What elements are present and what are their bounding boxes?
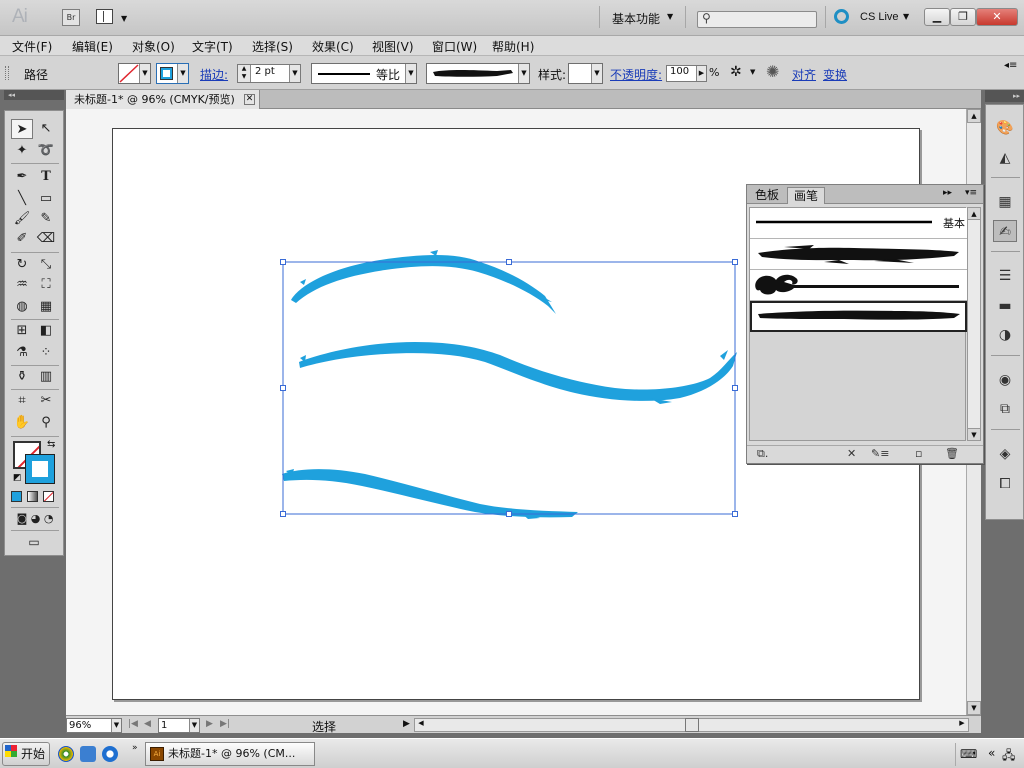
scroll-right-icon[interactable]: ▶ xyxy=(956,719,968,731)
status-text[interactable]: 选择 xyxy=(312,718,336,735)
scroll-up-icon[interactable]: ▲ xyxy=(968,208,980,220)
panel-footer: ⧉. ✕ ✎≡ ▫ 🗑 xyxy=(747,445,983,463)
brushes-icon[interactable]: ✍ xyxy=(993,220,1017,242)
collapse-panel-icon[interactable]: ▸▸ xyxy=(943,188,952,198)
internet-explorer-icon[interactable] xyxy=(102,746,118,762)
last-artboard-icon[interactable]: ▶| xyxy=(220,719,230,729)
brush-options-icon[interactable]: ✎≡ xyxy=(871,447,889,460)
artboard-number-dropdown[interactable]: 1 ▼ xyxy=(158,718,200,733)
scroll-thumb[interactable] xyxy=(685,718,699,732)
divider xyxy=(991,177,1020,178)
basic-brush-icon xyxy=(756,220,932,224)
taskbar-item-illustrator[interactable]: 未标题-1* @ 96% (CM... xyxy=(145,742,315,766)
brush-stroke-middle[interactable] xyxy=(299,342,737,404)
new-brush-icon[interactable]: ▫ xyxy=(915,447,922,460)
system-tray: ⌨ « 🖧 xyxy=(955,743,1023,766)
brush-stroke-bottom[interactable] xyxy=(282,469,578,519)
gradient-icon[interactable]: ▬ xyxy=(993,295,1017,317)
panel-menu-icon[interactable]: ▾≡ xyxy=(965,188,977,198)
network-icon[interactable]: 🖧 xyxy=(1002,746,1015,767)
dry-ink-brush-icon xyxy=(758,310,960,320)
taskbar: 开始 » 未标题-1* @ 96% (CM... Ai ⌨ « 🖧 xyxy=(0,738,1024,768)
scroll-down-icon[interactable]: ▼ xyxy=(968,428,980,440)
transparency-icon[interactable]: ◑ xyxy=(993,324,1017,346)
appearance-icon[interactable]: ◉ xyxy=(993,369,1017,391)
brush-item-basic[interactable]: 基本 xyxy=(750,208,967,239)
windows-logo-icon xyxy=(5,745,17,757)
tab-swatches[interactable]: 色板 xyxy=(749,187,785,204)
dock-header[interactable]: ▸▸ xyxy=(985,90,1024,102)
brush-name: 基本 xyxy=(943,217,965,230)
chevron-down-icon: ▼ xyxy=(189,719,199,732)
chevron-right-icon[interactable]: ▶ xyxy=(403,719,410,729)
artboard-number: 1 xyxy=(161,720,168,731)
brushes-panel: 色板 画笔 ▸▸ ▾≡ 基本 ▲ ▼ ⧉. ✕ ✎≡ ▫ 🗑 xyxy=(746,184,984,464)
brush-libraries-menu-icon[interactable]: ⧉. xyxy=(757,447,768,461)
brush-item-charcoal[interactable] xyxy=(750,239,967,270)
divider xyxy=(991,429,1020,430)
first-artboard-icon[interactable]: |◀ xyxy=(128,719,138,729)
color-icon[interactable]: 🎨 xyxy=(993,117,1017,139)
charcoal-brush-icon xyxy=(758,245,959,264)
panel-scrollbar[interactable]: ▲ ▼ xyxy=(967,207,981,441)
panel-header: 色板 画笔 ▸▸ ▾≡ xyxy=(747,185,983,204)
brush-item-dry-ink[interactable] xyxy=(750,301,967,332)
chevron-left-icon[interactable]: « xyxy=(988,746,995,760)
chevron-down-icon: ▼ xyxy=(111,719,121,732)
illustrator-app-icon: Ai xyxy=(150,747,164,761)
scroll-left-icon[interactable]: ◀ xyxy=(415,719,427,731)
trash-icon[interactable]: 🗑 xyxy=(945,447,959,460)
ornament-brush-icon xyxy=(755,274,959,295)
zoom-dropdown[interactable]: 96% ▼ xyxy=(66,718,122,733)
show-desktop-icon[interactable] xyxy=(80,746,96,762)
graphic-styles-icon[interactable]: ⧉ xyxy=(993,398,1017,420)
layers-icon[interactable]: ◈ xyxy=(993,443,1017,465)
remove-brush-stroke-icon[interactable]: ✕ xyxy=(847,447,856,460)
brush-item-ornament[interactable] xyxy=(750,270,967,301)
keyboard-icon[interactable]: ⌨ xyxy=(960,747,977,761)
divider xyxy=(991,355,1020,356)
swatches-icon[interactable]: ▦ xyxy=(993,191,1017,213)
artboards-icon[interactable]: ⧠ xyxy=(993,473,1017,495)
chevron-down-icon[interactable]: » xyxy=(132,743,138,753)
brush-stroke-top[interactable] xyxy=(291,250,556,314)
panel-dock: 🎨 ◭ ▦ ✍ ☰ ▬ ◑ ◉ ⧉ ◈ ⧠ xyxy=(985,104,1024,520)
media-player-icon[interactable] xyxy=(58,746,74,762)
brush-list: 基本 xyxy=(749,207,967,441)
tab-brushes[interactable]: 画笔 xyxy=(787,187,826,204)
previous-artboard-icon[interactable]: ◀ xyxy=(144,719,151,729)
scroll-down-icon[interactable]: ▼ xyxy=(967,701,981,715)
status-bar: 96% ▼ |◀ ◀ 1 ▼ ▶ ▶| 选择 ▶ ◀ ▶ xyxy=(66,715,981,735)
horizontal-scrollbar[interactable]: ◀ ▶ xyxy=(414,718,969,732)
stroke-icon[interactable]: ☰ xyxy=(993,265,1017,287)
zoom-value: 96% xyxy=(69,720,92,731)
divider xyxy=(991,251,1020,252)
color-guide-icon[interactable]: ◭ xyxy=(993,147,1017,169)
next-artboard-icon[interactable]: ▶ xyxy=(206,719,213,729)
scroll-up-icon[interactable]: ▲ xyxy=(967,109,981,123)
